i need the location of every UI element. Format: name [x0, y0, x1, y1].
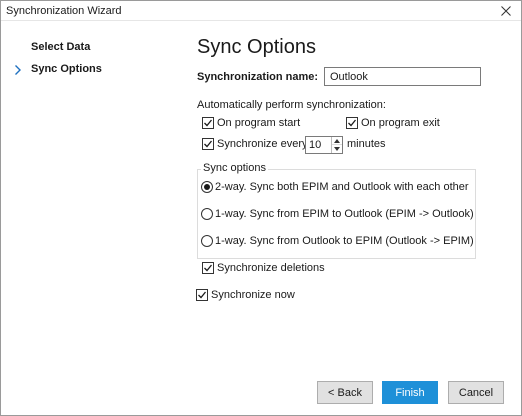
- minutes-stepper[interactable]: 10: [305, 136, 343, 154]
- on-program-exit-checkbox[interactable]: On program exit: [346, 115, 440, 131]
- radio-epim-to-outlook[interactable]: 1-way. Sync from EPIM to Outlook (EPIM -…: [201, 206, 474, 222]
- caret-up-icon: [334, 138, 340, 143]
- auto-sync-label: Automatically perform synchronization:: [197, 99, 386, 111]
- checkbox-label: On program exit: [361, 117, 440, 129]
- stepper-up-button[interactable]: [332, 137, 342, 145]
- radio-label: 1-way. Sync from Outlook to EPIM (Outloo…: [215, 235, 474, 247]
- checkmark-icon: [204, 264, 212, 272]
- radio-label: 2-way. Sync both EPIM and Outlook with e…: [215, 181, 469, 193]
- radio-two-way[interactable]: 2-way. Sync both EPIM and Outlook with e…: [201, 179, 469, 195]
- synchronization-wizard-window: Synchronization Wizard Select Data Sync …: [0, 0, 522, 416]
- stepper-down-button[interactable]: [332, 145, 342, 153]
- sync-options-legend: Sync options: [201, 162, 268, 174]
- checkbox-box: [346, 117, 358, 129]
- window-title: Synchronization Wizard: [6, 5, 122, 17]
- checkmark-icon: [204, 119, 212, 127]
- checkbox-box: [196, 289, 208, 301]
- close-icon: [501, 6, 511, 16]
- checkmark-icon: [204, 140, 212, 148]
- stepper-value[interactable]: 10: [309, 139, 321, 151]
- checkbox-box: [202, 262, 214, 274]
- minutes-unit-label: minutes: [347, 138, 386, 150]
- cancel-button[interactable]: Cancel: [448, 381, 504, 404]
- back-button[interactable]: < Back: [317, 381, 373, 404]
- sync-name-input[interactable]: [324, 67, 481, 86]
- radio-label: 1-way. Sync from EPIM to Outlook (EPIM -…: [215, 208, 474, 220]
- sidebar-item-label: Select Data: [31, 41, 91, 53]
- radio-outlook-to-epim[interactable]: 1-way. Sync from Outlook to EPIM (Outloo…: [201, 233, 474, 249]
- checkmark-icon: [348, 119, 356, 127]
- sidebar-item-select-data[interactable]: Select Data: [1, 37, 179, 59]
- close-button[interactable]: [491, 1, 521, 21]
- checkbox-label: Synchronize now: [211, 289, 295, 301]
- checkbox-label: Synchronize deletions: [217, 262, 325, 274]
- sidebar-item-sync-options[interactable]: Sync Options: [1, 59, 179, 81]
- chevron-right-icon: [15, 65, 21, 75]
- checkbox-box: [202, 117, 214, 129]
- caret-down-icon: [334, 147, 340, 151]
- synchronize-deletions-checkbox[interactable]: Synchronize deletions: [202, 260, 325, 276]
- radio-circle: [201, 208, 213, 220]
- checkmark-icon: [198, 291, 206, 299]
- checkbox-box: [202, 138, 214, 150]
- synchronize-every-checkbox[interactable]: Synchronize every: [202, 136, 308, 152]
- synchronize-now-checkbox[interactable]: Synchronize now: [196, 287, 295, 303]
- sync-options-page: Sync Options Synchronization name: Autom…: [179, 22, 521, 415]
- finish-button[interactable]: Finish: [382, 381, 438, 404]
- stepper-buttons: [331, 137, 342, 153]
- radio-circle: [201, 235, 213, 247]
- checkbox-label: Synchronize every: [217, 138, 308, 150]
- page-title: Sync Options: [197, 36, 316, 58]
- radio-circle: [201, 181, 213, 193]
- sidebar-item-label: Sync Options: [31, 63, 102, 75]
- checkbox-label: On program start: [217, 117, 301, 129]
- on-program-start-checkbox[interactable]: On program start: [202, 115, 300, 131]
- sync-name-label: Synchronization name:: [197, 71, 319, 83]
- radio-dot: [204, 184, 210, 190]
- wizard-sidebar: Select Data Sync Options: [1, 22, 179, 415]
- title-bar: Synchronization Wizard: [1, 1, 521, 21]
